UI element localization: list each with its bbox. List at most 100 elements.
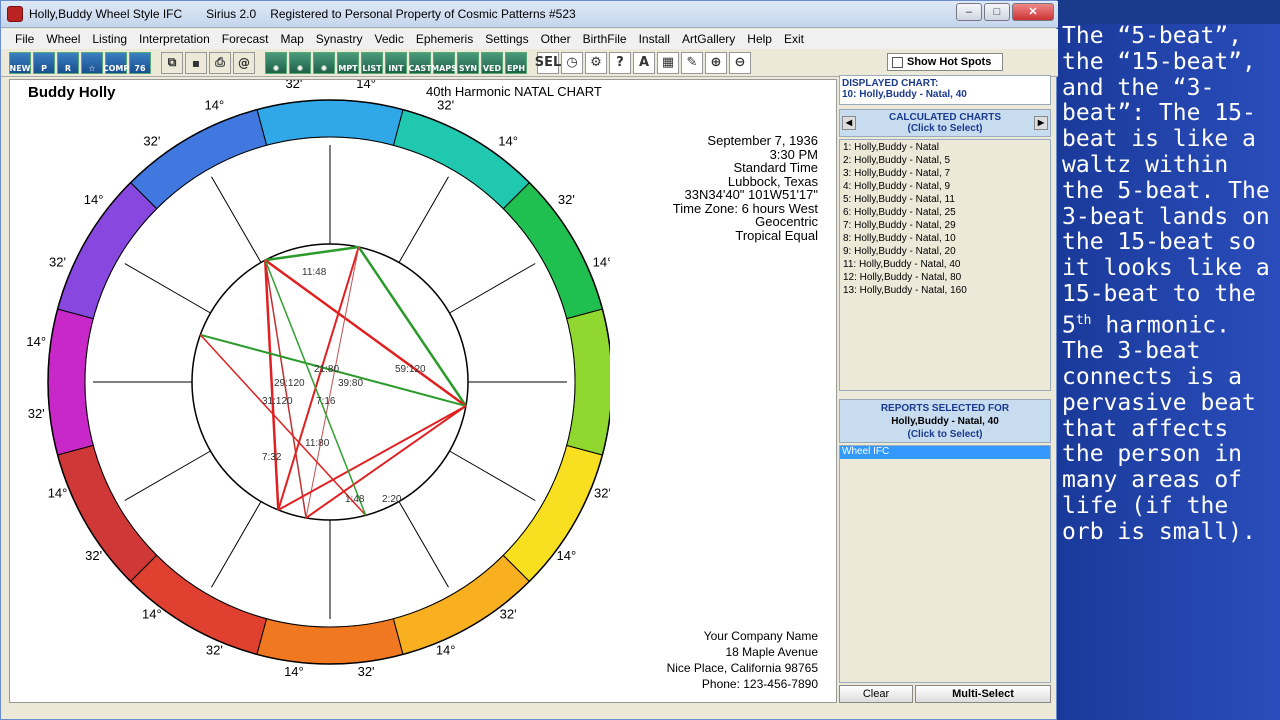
reports-sub: (Click to Select) [907, 429, 983, 440]
mpt-button[interactable]: MPT [337, 51, 359, 74]
menu-wheel[interactable]: Wheel [40, 32, 86, 46]
maximize-button[interactable]: □ [984, 3, 1010, 21]
minimize-button[interactable]: – [956, 3, 982, 21]
cusp-degree-label: 14° [26, 334, 46, 349]
zoom-in-icon[interactable]: ⊕ [705, 51, 727, 74]
window-controls: – □ ✕ [956, 3, 1054, 21]
aspect-label: 31:120 [262, 396, 293, 407]
art-icon[interactable]: ✎ [681, 51, 703, 74]
scroll-right-button[interactable]: ▶ [1034, 116, 1048, 130]
cusp-minute-label: 32' [437, 98, 454, 113]
close-button[interactable]: ✕ [1012, 3, 1054, 21]
chart-list-item[interactable]: 13: Holly,Buddy - Natal, 160 [843, 285, 1047, 298]
chart-list-item[interactable]: 4: Holly,Buddy - Natal, 9 [843, 181, 1047, 194]
clear-button[interactable]: Clear [839, 685, 913, 703]
checkbox-box[interactable] [892, 56, 903, 68]
email-icon[interactable]: @ [233, 51, 255, 74]
chart-list-item[interactable]: 7: Holly,Buddy - Natal, 29 [843, 220, 1047, 233]
menu-forecast[interactable]: Forecast [216, 32, 275, 46]
menu-other[interactable]: Other [535, 32, 577, 46]
save-icon[interactable]: ▪ [185, 51, 207, 74]
menu-listing[interactable]: Listing [86, 32, 133, 46]
chart-list-item[interactable]: 1: Holly,Buddy - Natal [843, 142, 1047, 155]
wheel3-button[interactable]: ✺ [313, 51, 335, 74]
address-line: 18 Maple Avenue [725, 645, 818, 659]
window-icon[interactable]: ⧉ [161, 51, 183, 74]
chart-list-item[interactable]: 5: Holly,Buddy - Natal, 11 [843, 194, 1047, 207]
cusp-minute-label: 32' [358, 664, 375, 679]
registration-text: Registered to Personal Property of Cosmi… [270, 7, 576, 21]
app-window: Holly,Buddy Wheel Style IFC Sirius 2.0 R… [0, 0, 1058, 720]
chart-list-item[interactable]: 9: Holly,Buddy - Natal, 20 [843, 246, 1047, 259]
chart-list-item[interactable]: 3: Holly,Buddy - Natal, 7 [843, 168, 1047, 181]
chart-detail-line: September 7, 1936 [707, 133, 818, 148]
star-button[interactable]: ☆ [81, 51, 103, 74]
chart-list-item[interactable]: 6: Holly,Buddy - Natal, 25 [843, 207, 1047, 220]
clock-icon[interactable]: ◷ [561, 51, 583, 74]
syn-button[interactable]: SYN [457, 51, 479, 74]
list-button[interactable]: LIST [361, 51, 383, 74]
font-icon[interactable]: A [633, 51, 655, 74]
zoom-out-icon[interactable]: ⊖ [729, 51, 751, 74]
chart-wheel[interactable]: 14° 32' 14° 32' 14° 32' 14° 32' 14° 32' 14° 32' 14° 3… [10, 80, 610, 700]
cusp-minute-label: 32' [206, 642, 223, 657]
new-chart-button[interactable]: NEW [9, 51, 31, 74]
menu-help[interactable]: Help [741, 32, 778, 46]
76-button[interactable]: 76 [129, 51, 151, 74]
cusp-minute-label: 32' [143, 134, 160, 149]
chart-list-item[interactable]: 8: Holly,Buddy - Natal, 10 [843, 233, 1047, 246]
r-button[interactable]: R [57, 51, 79, 74]
menu-synastry[interactable]: Synastry [310, 32, 369, 46]
menu-vedic[interactable]: Vedic [368, 32, 409, 46]
eph-button[interactable]: EPH [505, 51, 527, 74]
aspect-label: 29:120 [274, 378, 305, 389]
address-line: Your Company Name [703, 629, 818, 643]
menu-artgallery[interactable]: ArtGallery [676, 32, 741, 46]
wheel2-button[interactable]: ✺ [289, 51, 311, 74]
help-icon[interactable]: ? [609, 51, 631, 74]
menu-exit[interactable]: Exit [778, 32, 810, 46]
ved-button[interactable]: VED [481, 51, 503, 74]
comp-button[interactable]: COMP [103, 51, 129, 74]
cusp-degree-label: 14° [356, 80, 376, 91]
menu-birthfile[interactable]: BirthFile [577, 32, 633, 46]
aspect-label: 7:32 [262, 452, 282, 463]
chart-detail-line: Geocentric [755, 214, 818, 229]
report-item[interactable]: Wheel IFC [840, 446, 1050, 459]
chart-detail-line: Standard Time [733, 160, 818, 175]
p-button[interactable]: P [33, 51, 55, 74]
maps-button[interactable]: MAPS [431, 51, 457, 74]
aspect-label: 59:120 [395, 364, 426, 375]
title-bar: Holly,Buddy Wheel Style IFC Sirius 2.0 R… [1, 1, 1058, 28]
aspect-label: 7:16 [316, 396, 336, 407]
calculated-charts-header[interactable]: ◀ CALCULATED CHARTS (Click to Select) ▶ [839, 109, 1051, 137]
int-button[interactable]: INT [385, 51, 407, 74]
chart-list-item[interactable]: 11: Holly,Buddy - Natal, 40 [843, 259, 1047, 272]
chart-list-item[interactable]: 2: Holly,Buddy - Natal, 5 [843, 155, 1047, 168]
chart-detail-line: Tropical Equal [735, 227, 818, 243]
cast-button[interactable]: CAST [408, 51, 432, 74]
print-icon[interactable]: ⎙ [209, 51, 231, 74]
chart-pane: Buddy Holly 40th Harmonic NATAL CHART Se… [9, 79, 837, 703]
scroll-left-button[interactable]: ◀ [842, 116, 856, 130]
sel-button[interactable]: SEL [535, 51, 561, 74]
displayed-label: DISPLAYED CHART: [842, 78, 939, 89]
menu-file[interactable]: File [9, 32, 40, 46]
cusp-minute-label: 32' [85, 548, 102, 563]
app-icon [7, 6, 23, 22]
calc-title: CALCULATED CHARTS [888, 112, 1002, 123]
menu-interpretation[interactable]: Interpretation [133, 32, 216, 46]
menu-settings[interactable]: Settings [479, 32, 534, 46]
menu-install[interactable]: Install [633, 32, 676, 46]
menu-map[interactable]: Map [274, 32, 309, 46]
reports-header[interactable]: REPORTS SELECTED FOR Holly,Buddy - Natal… [839, 399, 1051, 443]
multi-select-button[interactable]: Multi-Select [915, 685, 1051, 703]
chart-list-item[interactable]: 12: Holly,Buddy - Natal, 80 [843, 272, 1047, 285]
wheel-button[interactable]: ✺ [265, 51, 287, 74]
cusp-degree-label: 14° [284, 664, 304, 679]
calendar-icon[interactable]: ▦ [657, 51, 679, 74]
chart-detail-line: 3:30 PM [769, 146, 818, 162]
show-hot-spots-checkbox[interactable]: Show Hot Spots [887, 53, 1003, 71]
gear-icon[interactable]: ⚙ [585, 51, 607, 74]
menu-ephemeris[interactable]: Ephemeris [410, 32, 479, 46]
